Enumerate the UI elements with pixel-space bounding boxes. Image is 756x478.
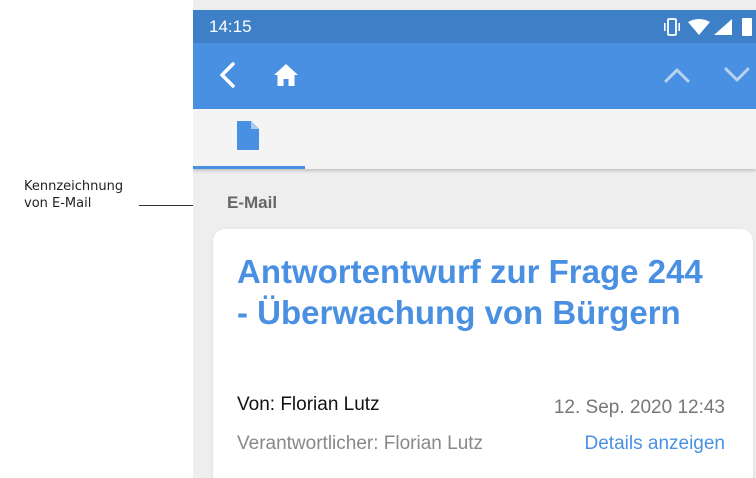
status-time: 14:15 [209,17,252,36]
phone-screen: 14:15 E-Mail Antwortentwurf zur Frage 24… [193,0,756,478]
email-subject: Antwortentwurf zur Frage 244 - Überwachu… [237,253,703,331]
vibrate-icon [664,18,680,36]
wifi-icon [688,19,710,35]
document-icon [237,121,259,150]
tab-document[interactable] [193,109,305,169]
home-icon[interactable] [273,63,299,87]
status-bar: 14:15 [193,10,756,43]
details-link[interactable]: Details anzeigen [585,433,725,455]
email-from: Von: Florian Lutz [237,394,380,415]
email-card[interactable]: Antwortentwurf zur Frage 244 - Überwachu… [213,229,753,478]
back-arrow-icon[interactable] [217,61,239,89]
chevron-down-icon[interactable] [724,67,750,83]
section-label: E-Mail [227,193,278,212]
active-tab-indicator [193,166,305,169]
annotation-label-line1: Kennzeichnung [24,179,124,194]
email-date: 12. Sep. 2020 12:43 [553,397,725,418]
signal-icon [714,19,732,35]
battery-icon [742,18,752,36]
app-bar [193,43,756,109]
annotation-label: Kennzeichnung von E-Mail [24,178,123,212]
annotation-label-line2: von E-Mail [24,196,92,211]
email-responsible: Verantwortlicher: Florian Lutz [237,433,484,454]
chevron-up-icon[interactable] [664,67,690,83]
tab-bar [193,109,756,169]
